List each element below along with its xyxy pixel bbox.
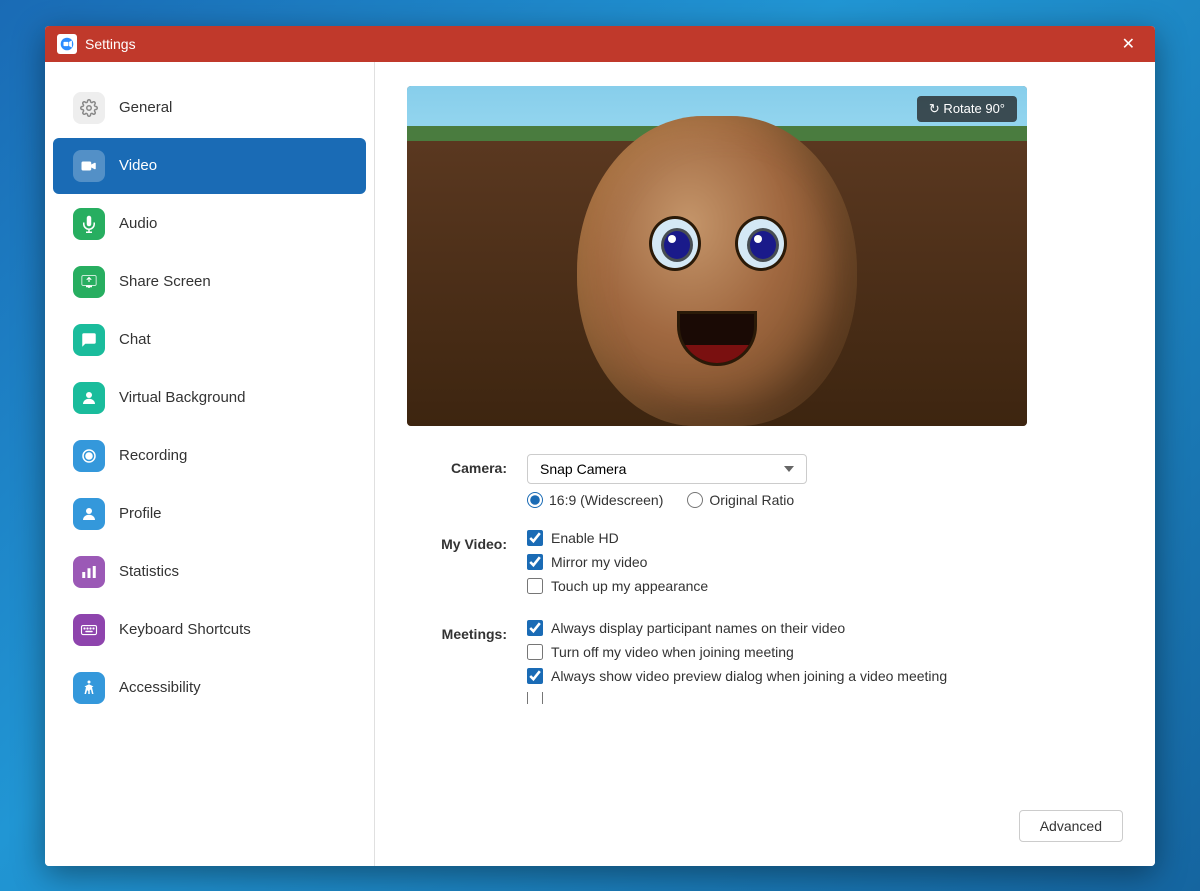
sidebar-label-statistics: Statistics — [119, 563, 179, 580]
sidebar-item-chat[interactable]: Chat — [53, 312, 366, 368]
widescreen-label: 16:9 (Widescreen) — [549, 492, 663, 508]
sidebar-item-keyboard-shortcuts[interactable]: Keyboard Shortcuts — [53, 602, 366, 658]
sidebar-item-profile[interactable]: Profile — [53, 486, 366, 542]
window-title: Settings — [85, 36, 1114, 52]
settings-window: Settings ✕ General V — [45, 26, 1155, 866]
camera-label: Camera: — [407, 454, 507, 476]
share-screen-icon — [73, 266, 105, 298]
camera-row: Camera: Snap Camera Default Camera FaceT… — [407, 454, 1123, 512]
sidebar-label-recording: Recording — [119, 447, 187, 464]
statistics-icon — [73, 556, 105, 588]
hide-video-checkbox[interactable] — [527, 692, 543, 704]
video-icon — [73, 150, 105, 182]
rotate-button[interactable]: ↻ Rotate 90° — [917, 96, 1017, 122]
turn-off-video-label: Turn off my video when joining meeting — [551, 644, 794, 660]
sidebar-item-virtual-background[interactable]: Virtual Background — [53, 370, 366, 426]
chat-icon — [73, 324, 105, 356]
potato-eye-left — [649, 216, 701, 271]
sidebar-label-accessibility: Accessibility — [119, 679, 201, 696]
keyboard-icon — [73, 614, 105, 646]
touch-up-checkbox[interactable] — [527, 578, 543, 594]
camera-controls: Snap Camera Default Camera FaceTime HD C… — [527, 454, 1123, 512]
sidebar-item-share-screen[interactable]: Share Screen — [53, 254, 366, 310]
sidebar-label-audio: Audio — [119, 215, 157, 232]
display-names-option[interactable]: Always display participant names on thei… — [527, 620, 1123, 636]
widescreen-radio-option[interactable]: 16:9 (Widescreen) — [527, 492, 663, 508]
zoom-icon — [57, 34, 77, 54]
titlebar: Settings ✕ — [45, 26, 1155, 62]
sidebar-item-general[interactable]: General — [53, 80, 366, 136]
content-area: General Video Audio — [45, 62, 1155, 866]
sidebar-label-general: General — [119, 99, 172, 116]
camera-preview: ↻ Rotate 90° — [407, 86, 1027, 426]
original-ratio-label: Original Ratio — [709, 492, 794, 508]
my-video-row: My Video: Enable HD Mirror my video Touc… — [407, 530, 1123, 602]
main-content: ↻ Rotate 90° Camera: Snap Camera Default… — [375, 62, 1155, 866]
sidebar-item-statistics[interactable]: Statistics — [53, 544, 366, 600]
show-preview-checkbox[interactable] — [527, 668, 543, 684]
meetings-row: Meetings: Always display participant nam… — [407, 620, 1123, 704]
sidebar-label-virtual-bg: Virtual Background — [119, 389, 245, 406]
pupil-right — [750, 231, 776, 259]
mirror-video-checkbox[interactable] — [527, 554, 543, 570]
turn-off-video-checkbox[interactable] — [527, 644, 543, 660]
touch-up-option[interactable]: Touch up my appearance — [527, 578, 1123, 594]
close-button[interactable]: ✕ — [1114, 30, 1143, 58]
advanced-button[interactable]: Advanced — [1019, 810, 1123, 842]
sidebar-label-keyboard-shortcuts: Keyboard Shortcuts — [119, 621, 251, 638]
potato-mouth — [677, 311, 757, 366]
sidebar-label-chat: Chat — [119, 331, 151, 348]
sidebar-label-share-screen: Share Screen — [119, 273, 211, 290]
pupil-left — [664, 231, 690, 259]
meetings-label: Meetings: — [407, 620, 507, 642]
enable-hd-label: Enable HD — [551, 530, 619, 546]
show-preview-option[interactable]: Always show video preview dialog when jo… — [527, 668, 1123, 684]
mirror-video-option[interactable]: Mirror my video — [527, 554, 1123, 570]
audio-icon — [73, 208, 105, 240]
sidebar-label-video: Video — [119, 157, 157, 174]
display-names-checkbox[interactable] — [527, 620, 543, 636]
ratio-radio-group: 16:9 (Widescreen) Original Ratio — [527, 492, 1123, 508]
enable-hd-checkbox[interactable] — [527, 530, 543, 546]
touch-up-label: Touch up my appearance — [551, 578, 708, 594]
my-video-label: My Video: — [407, 530, 507, 552]
sidebar: General Video Audio — [45, 62, 375, 866]
recording-icon — [73, 440, 105, 472]
sidebar-item-video[interactable]: Video — [53, 138, 366, 194]
mirror-video-label: Mirror my video — [551, 554, 647, 570]
potato-eye-right — [735, 216, 787, 271]
show-preview-label: Always show video preview dialog when jo… — [551, 668, 947, 684]
original-ratio-radio[interactable] — [687, 492, 703, 508]
meetings-controls: Always display participant names on thei… — [527, 620, 1123, 704]
camera-canvas — [407, 86, 1027, 426]
sidebar-item-audio[interactable]: Audio — [53, 196, 366, 252]
profile-icon — [73, 498, 105, 530]
widescreen-radio[interactable] — [527, 492, 543, 508]
accessibility-icon — [73, 672, 105, 704]
display-names-label: Always display participant names on thei… — [551, 620, 845, 636]
virtual-bg-icon — [73, 382, 105, 414]
potato-body — [577, 116, 857, 426]
hide-video-partial-row — [527, 692, 1123, 704]
general-icon — [73, 92, 105, 124]
sidebar-label-profile: Profile — [119, 505, 162, 522]
sidebar-item-accessibility[interactable]: Accessibility — [53, 660, 366, 716]
turn-off-video-option[interactable]: Turn off my video when joining meeting — [527, 644, 1123, 660]
original-ratio-radio-option[interactable]: Original Ratio — [687, 492, 794, 508]
camera-dropdown[interactable]: Snap Camera Default Camera FaceTime HD C… — [527, 454, 807, 484]
enable-hd-option[interactable]: Enable HD — [527, 530, 1123, 546]
sidebar-item-recording[interactable]: Recording — [53, 428, 366, 484]
my-video-controls: Enable HD Mirror my video Touch up my ap… — [527, 530, 1123, 602]
